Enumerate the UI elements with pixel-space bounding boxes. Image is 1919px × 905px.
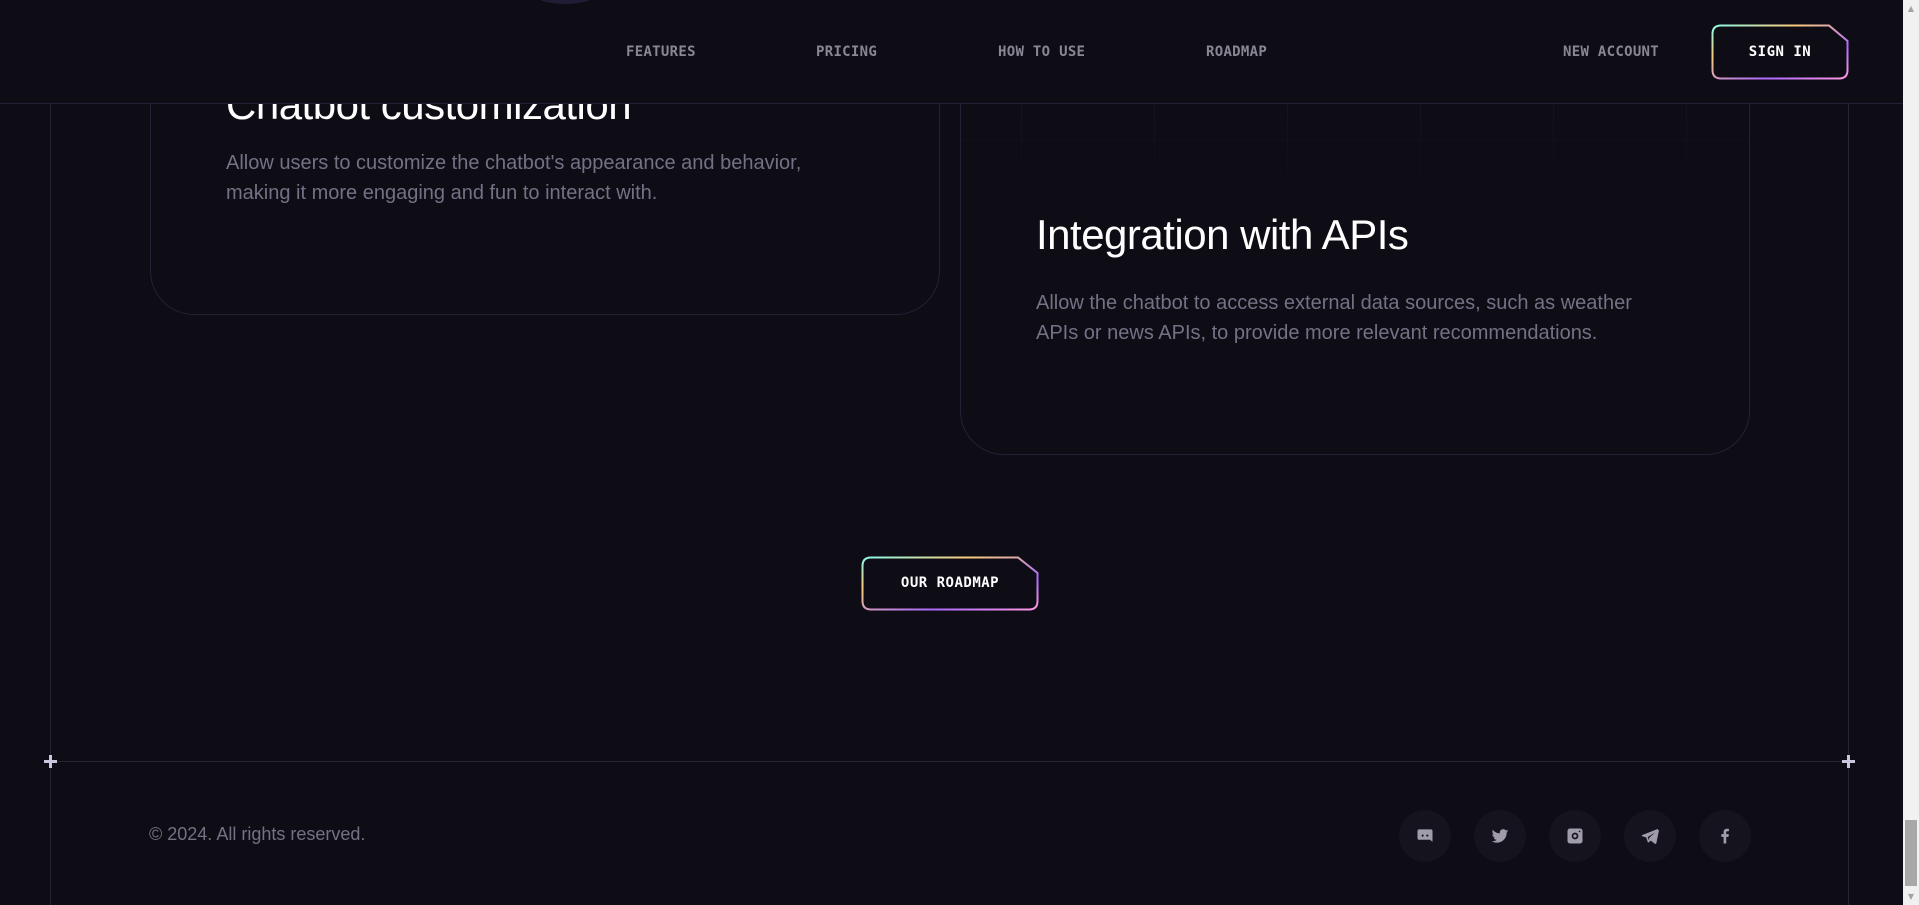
sign-in-label: SIGN IN — [1748, 44, 1812, 60]
telegram-icon — [1641, 828, 1659, 844]
nav-features[interactable]: FEATURES — [626, 44, 696, 60]
vertical-scrollbar[interactable]: ▲ ▼ — [1903, 0, 1919, 905]
our-roadmap-button[interactable]: OUR ROADMAP — [861, 556, 1039, 611]
card-description: Allow users to customize the chatbot's a… — [226, 152, 802, 204]
discord-link[interactable] — [1399, 810, 1451, 862]
sign-in-button[interactable]: SIGN IN — [1711, 24, 1849, 80]
scroll-up-arrow-icon[interactable]: ▲ — [1903, 0, 1919, 17]
new-account-link[interactable]: NEW ACCOUNT — [1563, 44, 1659, 60]
twitter-link[interactable] — [1474, 810, 1526, 862]
footer-divider — [50, 761, 1849, 762]
telegram-link[interactable] — [1624, 810, 1676, 862]
scrollbar-thumb[interactable] — [1905, 820, 1917, 886]
plus-icon — [44, 755, 57, 768]
facebook-link[interactable] — [1699, 810, 1751, 862]
nav-pricing[interactable]: PRICING — [816, 44, 877, 60]
nav-how-to-use[interactable]: HOW TO USE — [998, 44, 1085, 60]
nav-roadmap[interactable]: ROADMAP — [1206, 44, 1267, 60]
site-header: FEATURES PRICING HOW TO USE ROADMAP NEW … — [0, 0, 1903, 104]
page: Chatbot customization Allow users to cus… — [0, 0, 1919, 905]
instagram-icon — [1567, 828, 1583, 844]
our-roadmap-label: OUR ROADMAP — [900, 575, 1000, 591]
scroll-down-arrow-icon[interactable]: ▼ — [1903, 888, 1919, 905]
card-description: Allow the chatbot to access external dat… — [1036, 292, 1632, 344]
twitter-icon — [1491, 829, 1509, 843]
plus-icon — [1842, 755, 1855, 768]
facebook-icon — [1721, 828, 1729, 844]
instagram-link[interactable] — [1549, 810, 1601, 862]
card-title: Integration with APIs — [1036, 211, 1409, 258]
frame-line-left — [50, 0, 51, 905]
copyright-text: © 2024. All rights reserved. — [149, 824, 366, 844]
logo-glow — [535, 0, 595, 4]
discord-icon — [1417, 829, 1433, 842]
frame-line-right — [1848, 0, 1849, 905]
